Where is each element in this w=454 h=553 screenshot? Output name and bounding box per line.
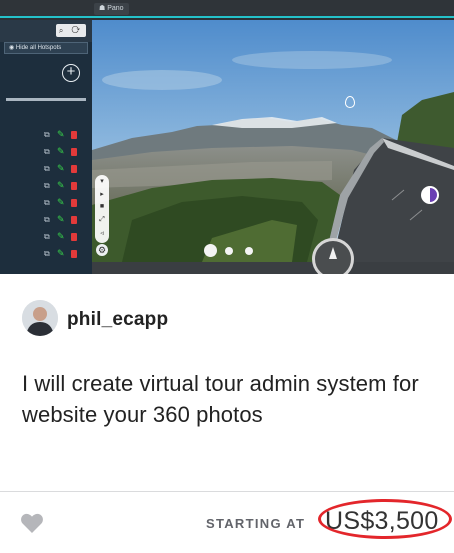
avatar[interactable]	[22, 300, 58, 336]
external-link-icon: ⧉	[44, 130, 50, 139]
pencil-icon: ✎	[57, 129, 65, 139]
thumbnail-topbar: ☗ Pano	[0, 0, 454, 18]
carousel-dot[interactable]	[245, 247, 253, 255]
trash-icon	[71, 165, 77, 173]
trash-icon	[71, 216, 77, 224]
admin-hotspot-list: ⧉ ✎ ⧉ ✎ ⧉ ✎ ⧉ ✎ ⧉ ✎ ⧉ ✎ ⧉ ✎ ⧉ ✎	[0, 127, 92, 263]
pencil-icon: ✎	[57, 248, 65, 258]
pencil-icon: ✎	[57, 146, 65, 156]
trash-icon	[71, 250, 77, 258]
carousel-dot[interactable]	[204, 244, 217, 257]
carousel-dot[interactable]	[225, 247, 233, 255]
external-link-icon: ⧉	[44, 181, 50, 190]
external-link-icon: ⧉	[44, 147, 50, 156]
compass-icon	[312, 238, 354, 274]
add-icon: +	[62, 64, 80, 82]
trash-icon	[71, 148, 77, 156]
navigation-hotspot-icon	[421, 186, 439, 204]
starting-at-label: STARTING AT	[206, 516, 306, 531]
list-item: ⧉ ✎	[0, 178, 92, 195]
admin-toolbar: ⌕ ⟳	[0, 20, 92, 42]
fullscreen-icon: ⤢	[99, 216, 105, 223]
panorama-tab: ☗ Pano	[94, 3, 129, 15]
share-icon: ◃	[100, 230, 104, 237]
price-highlight-circle	[318, 499, 452, 539]
search-icon: ⌕ ⟳	[56, 24, 86, 37]
cursor-icon: ▸	[100, 191, 104, 198]
panorama-view	[92, 20, 454, 262]
pencil-icon: ✎	[57, 197, 65, 207]
admin-slider	[6, 98, 86, 101]
gig-thumbnail[interactable]: ☗ Pano ⌕ ⟳ ◉ Hide all Hotspots + ⧉ ✎ ⧉ ✎ ⧉…	[0, 0, 454, 274]
external-link-icon: ⧉	[44, 164, 50, 173]
list-item: ⧉ ✎	[0, 229, 92, 246]
list-item: ⧉ ✎	[0, 195, 92, 212]
pencil-icon: ✎	[57, 180, 65, 190]
external-link-icon: ⧉	[44, 249, 50, 258]
external-link-icon: ⧉	[44, 198, 50, 207]
viewer-toolbar: ▾ ▸ ■ ⤢ ◃	[95, 175, 109, 243]
divider	[0, 491, 454, 492]
seller-name[interactable]: phil_ecapp	[67, 309, 168, 331]
avatar-image	[22, 300, 58, 336]
pencil-icon: ✎	[57, 214, 65, 224]
trash-icon	[71, 199, 77, 207]
list-item: ⧉ ✎	[0, 127, 92, 144]
trash-icon	[71, 131, 77, 139]
square-icon: ■	[99, 203, 105, 210]
list-item: ⧉ ✎	[0, 212, 92, 229]
panorama-scene	[92, 20, 454, 262]
trash-icon	[71, 182, 77, 190]
pencil-icon: ✎	[57, 231, 65, 241]
thumbnail-bottombar	[92, 262, 454, 274]
list-item: ⧉ ✎	[0, 246, 92, 263]
hotspot-marker-icon	[345, 96, 355, 108]
compass-needle	[329, 247, 337, 259]
heart-icon[interactable]	[20, 512, 44, 534]
external-link-icon: ⧉	[44, 232, 50, 241]
hide-hotspots-button: ◉ Hide all Hotspots	[4, 42, 88, 54]
list-item: ⧉ ✎	[0, 144, 92, 161]
collapse-icon: ▾	[100, 178, 104, 185]
list-item: ⧉ ✎	[0, 161, 92, 178]
external-link-icon: ⧉	[44, 215, 50, 224]
gig-title[interactable]: I will create virtual tour admin system …	[22, 368, 442, 430]
gear-icon: ⚙	[96, 244, 108, 256]
admin-sidebar: ⌕ ⟳ ◉ Hide all Hotspots + ⧉ ✎ ⧉ ✎ ⧉ ✎ ⧉ ✎ ⧉ ✎…	[0, 20, 92, 274]
pencil-icon: ✎	[57, 163, 65, 173]
gig-card[interactable]: ☗ Pano ⌕ ⟳ ◉ Hide all Hotspots + ⧉ ✎ ⧉ ✎ ⧉…	[0, 0, 454, 553]
trash-icon	[71, 233, 77, 241]
